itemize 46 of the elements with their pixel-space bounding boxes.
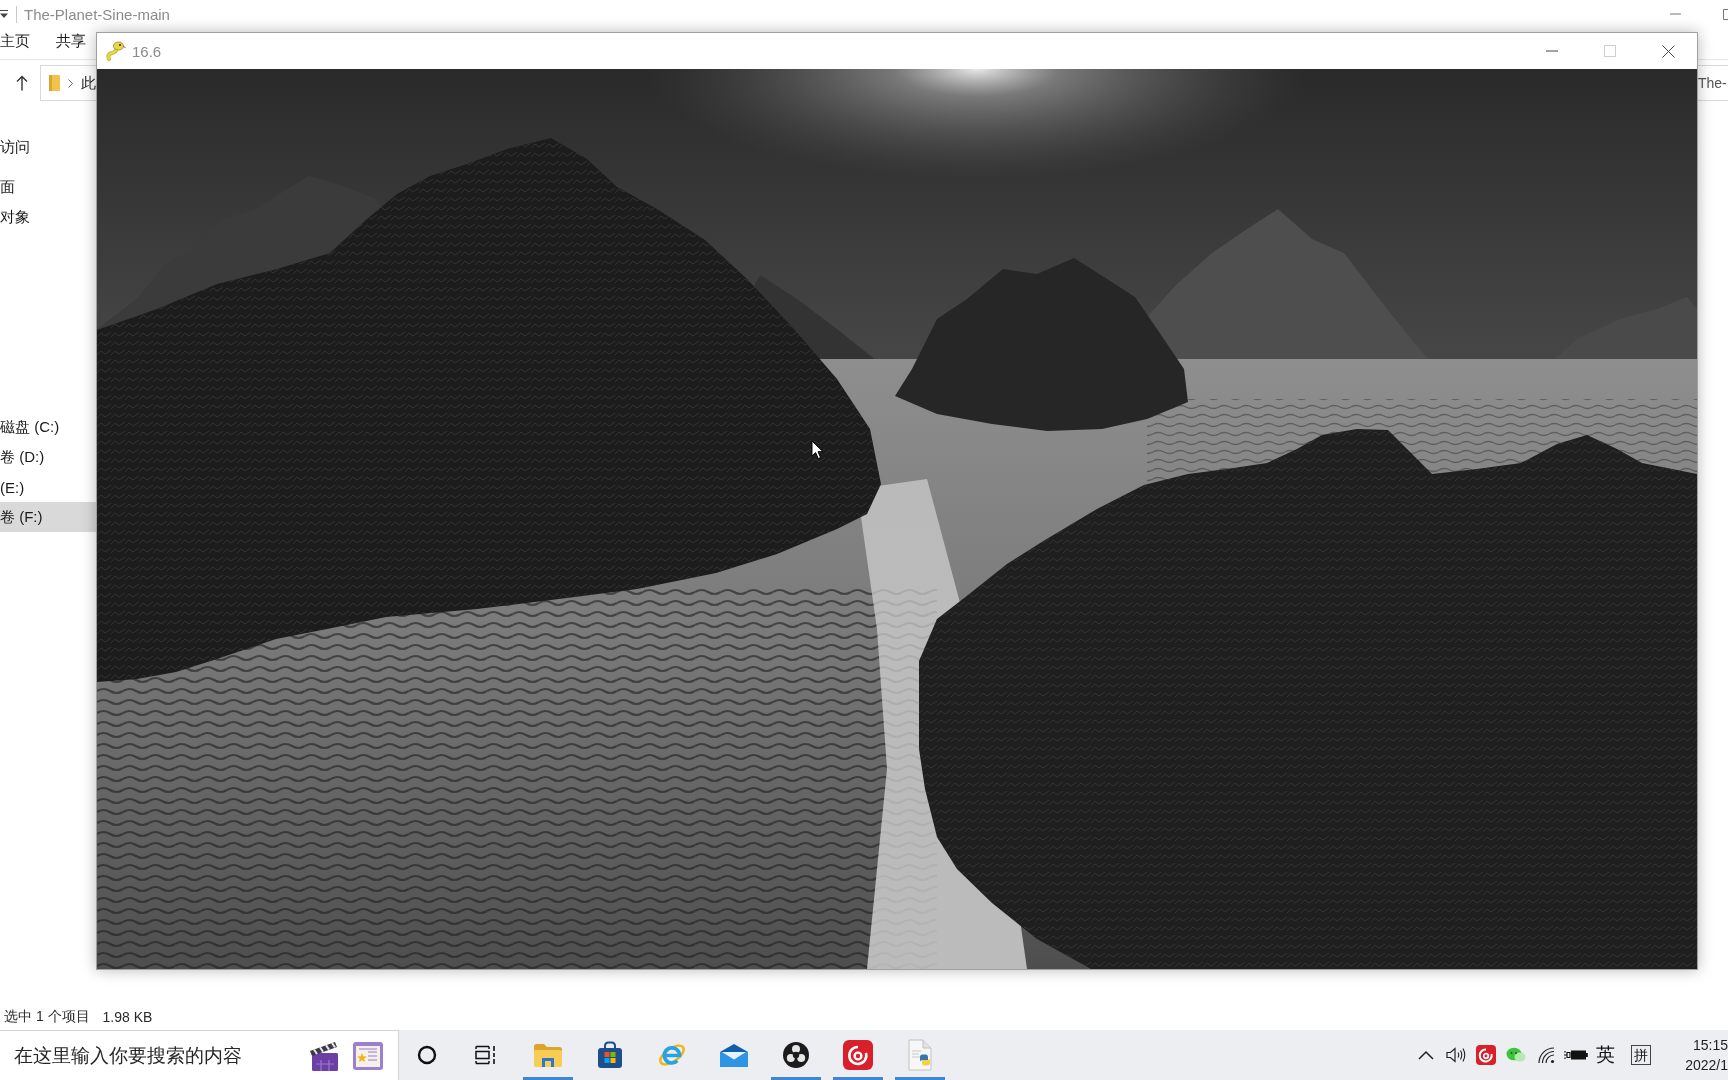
up-arrow-icon: [16, 75, 28, 91]
envelope-icon: [719, 1042, 749, 1068]
nav-item[interactable]: 对象: [0, 202, 97, 232]
cursor-icon: [811, 440, 824, 460]
chevron-up-icon: [1418, 1050, 1434, 1060]
minimize-icon: [1546, 50, 1558, 52]
snake-icon: [106, 41, 126, 61]
nav-item[interactable]: 磁盘 (C:): [0, 412, 97, 442]
clock-date: 2022/1: [1685, 1056, 1728, 1075]
ime-button[interactable]: 拼: [1631, 1045, 1651, 1065]
status-text: 选中 1 个项目: [4, 1008, 90, 1026]
circle-icon: [417, 1045, 437, 1065]
close-icon: [1661, 44, 1675, 58]
nav-item[interactable]: 访问: [0, 132, 97, 162]
status-text: 1.98 KB: [102, 1009, 153, 1025]
shopping-bag-icon: [597, 1041, 623, 1069]
spiral-tile-icon: [1476, 1045, 1496, 1065]
ribbon-tab[interactable]: 主页: [0, 32, 30, 55]
breadcrumb-item[interactable]: 此: [81, 73, 96, 93]
maximize-icon: [1723, 8, 1728, 20]
folder-icon: [533, 1042, 563, 1068]
battery-icon: [1564, 1049, 1588, 1061]
nav-item[interactable]: 卷 (D:): [0, 442, 97, 472]
clock-time: 15:15: [1692, 1036, 1728, 1055]
wifi-icon: [1537, 1046, 1555, 1064]
search-field[interactable]: 在这里输入你要搜索的内容: [14, 1040, 298, 1071]
three-dot-disc-icon: [782, 1041, 810, 1069]
nav-item[interactable]: (E:): [0, 472, 97, 502]
window-title: The-Planet-Sine-main: [24, 5, 170, 23]
ribbon-tab[interactable]: 共享: [56, 32, 86, 55]
clock[interactable]: 15:15 2022/1: [1658, 1030, 1728, 1080]
input-mode-button[interactable]: 英: [1591, 1030, 1620, 1080]
nav-item[interactable]: 面: [0, 172, 97, 202]
document-icon: [907, 1039, 933, 1071]
nav-item[interactable]: 卷 (F:): [0, 502, 97, 532]
search-bar[interactable]: 在这里输入你要搜索的内容: [0, 1030, 399, 1080]
folder-icon: [49, 75, 60, 91]
dropdown-icon: [0, 9, 9, 19]
maximize-icon: [1604, 45, 1616, 57]
window-title: 16.6: [132, 42, 162, 60]
minimize-icon: [1669, 13, 1681, 15]
speaker-icon: [1446, 1047, 1466, 1063]
chevron-right-icon: [68, 78, 73, 88]
spiral-tile-icon: [843, 1040, 873, 1070]
task-view-icon: [475, 1045, 497, 1065]
chat-bubble-icon: [1506, 1047, 1526, 1063]
